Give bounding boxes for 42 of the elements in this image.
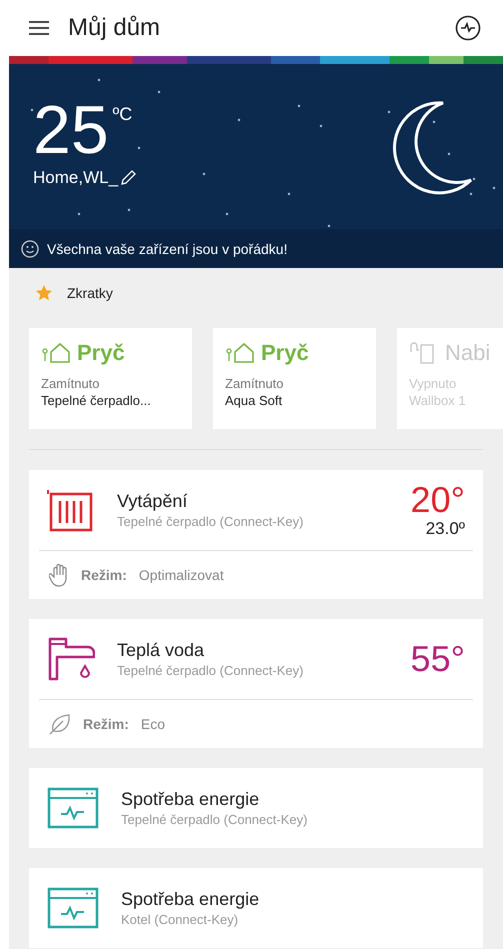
temperature: 25: [33, 98, 109, 162]
setpoint-temperature: 55°: [410, 640, 465, 678]
device-subtitle: Tepelné čerpadlo (Connect-Key): [117, 663, 304, 678]
temperature-unit: ºC: [112, 104, 132, 125]
smiley-icon: [21, 240, 39, 258]
hand-icon: [49, 563, 69, 587]
device-card[interactable]: Vytápění Tepelné čerpadlo (Connect-Key) 20° 23.0º Režim: Optimalizovat: [29, 470, 483, 599]
activity-icon[interactable]: [455, 15, 481, 41]
shortcut-card[interactable]: Pryč Zamítnuto Tepelné čerpadlo...: [29, 328, 192, 429]
device-title: Spotřeba energie: [121, 789, 260, 810]
shortcut-device: Tepelné čerpadlo...: [41, 393, 152, 408]
shortcut-card[interactable]: Pryč Zamítnuto Aqua Soft: [213, 328, 376, 429]
shortcut-title: Pryč: [261, 340, 309, 366]
leaf-icon: [49, 713, 71, 735]
mode-value: Optimalizovat: [138, 567, 224, 583]
device-title: Teplá voda: [117, 640, 206, 661]
device-subtitle: Tepelné čerpadlo (Connect-Key): [121, 812, 308, 827]
shortcut-state: Zamítnuto: [41, 376, 101, 391]
device-title: Spotřeba energie: [121, 889, 260, 910]
person-house-icon: [41, 342, 71, 364]
mode-label: Režim:: [83, 716, 129, 732]
pencil-icon[interactable]: [120, 170, 136, 186]
device-subtitle: Kotel (Connect-Key): [121, 912, 240, 927]
shortcut-device: Aqua Soft: [225, 393, 284, 408]
shortcut-state: Zamítnuto: [225, 376, 285, 391]
page-title: Můj dům: [68, 14, 162, 42]
mode-label: Režim:: [81, 567, 127, 583]
current-temperature: 23.0º: [426, 519, 465, 539]
device-card[interactable]: Spotřeba energie Kotel (Connect-Key): [29, 868, 483, 948]
device-card[interactable]: Spotřeba energie Tepelné čerpadlo (Connect-Key): [29, 768, 483, 848]
section-title: Zkratky: [67, 285, 113, 301]
mode-value: Eco: [140, 716, 166, 732]
menu-icon[interactable]: [28, 20, 50, 36]
device-subtitle: Tepelné čerpadlo (Connect-Key): [117, 514, 304, 529]
shortcut-title: Pryč: [77, 340, 125, 366]
setpoint-temperature: 20°: [410, 481, 465, 519]
star-icon: [35, 284, 53, 302]
location-name: Home,WL_: [33, 168, 118, 188]
device-title: Vytápění: [117, 491, 188, 512]
status-message: Všechna vaše zařízení jsou v pořádku!: [47, 240, 288, 256]
person-house-icon: [225, 342, 255, 364]
device-card[interactable]: Teplá voda Tepelné čerpadlo (Connect-Key) 55° Režim: Eco: [29, 619, 483, 748]
